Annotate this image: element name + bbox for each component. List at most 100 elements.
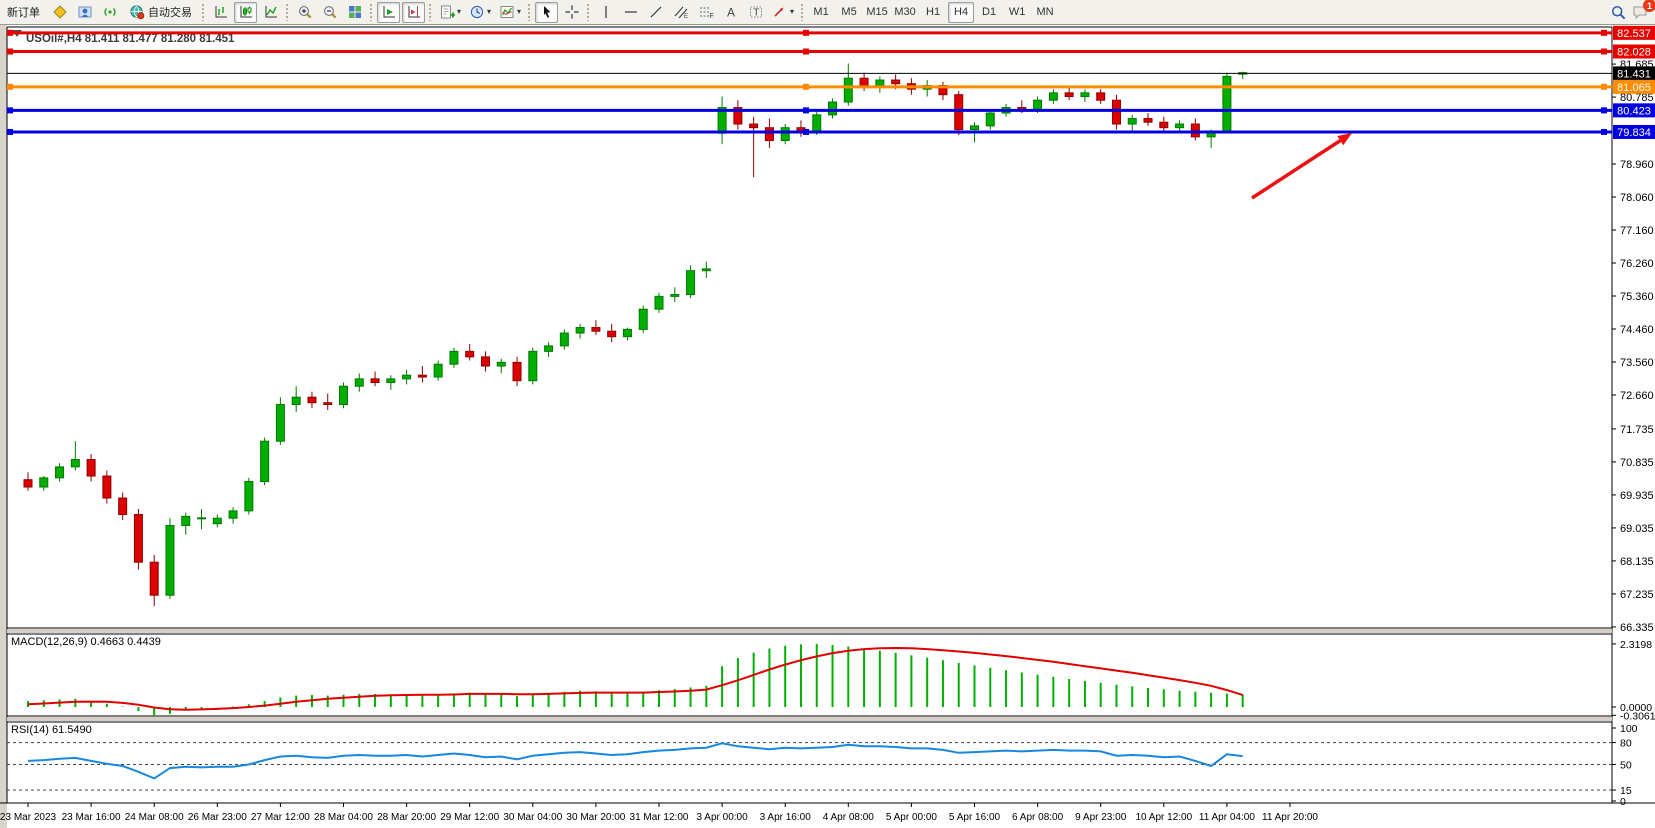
time-axis: 23 Mar 202323 Mar 16:0024 Mar 08:0026 Ma… (0, 803, 1318, 823)
tf-button-M5[interactable]: M5 (836, 2, 862, 23)
candle-body (134, 515, 142, 563)
svg-text:E: E (684, 14, 688, 20)
search-icon[interactable] (1607, 2, 1630, 23)
time-tick-label: 9 Apr 23:00 (1075, 812, 1127, 823)
channel-tool-icon[interactable]: E (669, 2, 692, 23)
rsi-scale-label: 100 (1620, 723, 1638, 735)
svg-text:A: A (727, 6, 735, 20)
price-axis: 81.68580.78578.96078.06077.16076.26075.3… (1612, 26, 1655, 634)
price-tick-label: 67.235 (1620, 589, 1654, 601)
zoom-out-icon[interactable] (318, 2, 341, 23)
candle-body (608, 331, 616, 337)
bar-chart-icon[interactable] (209, 2, 232, 23)
time-tick-label: 11 Apr 04:00 (1199, 812, 1255, 823)
candle-body (687, 271, 695, 295)
profile-icon[interactable] (73, 2, 96, 23)
chevron-down-icon: ▾ (790, 8, 794, 16)
svg-text:F: F (709, 13, 713, 20)
time-tick-label: 11 Apr 20:00 (1262, 812, 1318, 823)
chart-shift-icon[interactable] (402, 2, 425, 23)
price-tick-label: 69.035 (1620, 523, 1654, 535)
tf-button-MN[interactable]: MN (1032, 2, 1058, 23)
candle-body (955, 95, 963, 130)
chevron-down-icon: ▾ (457, 8, 461, 16)
candle-body (765, 128, 773, 141)
svg-text:T: T (753, 8, 759, 19)
time-tick-label: 24 Mar 08:00 (125, 812, 184, 823)
candle-body (119, 498, 127, 515)
candle-body (1049, 93, 1057, 100)
candle-body (1176, 124, 1184, 128)
chat-button[interactable]: 1 (1631, 3, 1649, 21)
tf-button-H1[interactable]: H1 (920, 2, 946, 23)
price-tick-label: 73.560 (1620, 357, 1654, 369)
candle-body (198, 518, 206, 519)
candle-body (1223, 76, 1231, 131)
line-handle (1601, 129, 1607, 135)
auto-scroll-icon[interactable] (377, 2, 400, 23)
tf-button-W1[interactable]: W1 (1004, 2, 1030, 23)
candlestick-chart-icon[interactable] (234, 2, 257, 23)
journal-icon[interactable] (48, 2, 71, 23)
time-tick-label: 5 Apr 00:00 (886, 812, 938, 823)
text-label-tool-icon[interactable]: T (744, 2, 767, 23)
cursor-icon[interactable] (535, 2, 558, 23)
price-tick-label: 74.460 (1620, 324, 1654, 336)
rsi-scale-label: 0 (1620, 796, 1626, 808)
time-tick-label: 30 Mar 04:00 (503, 812, 562, 823)
price-badge-label: 80.423 (1617, 105, 1651, 117)
candle-body (481, 357, 489, 366)
fibonacci-tool-icon[interactable]: F (694, 2, 717, 23)
notification-badge: 1 (1643, 0, 1655, 12)
candle-body (245, 482, 253, 511)
candle-body (292, 397, 300, 404)
candle-body (71, 460, 79, 467)
autotrade-label: 自动交易 (148, 4, 192, 20)
toolbar-group-scroll (376, 0, 426, 25)
price-badge-label: 82.028 (1617, 47, 1651, 59)
tile-windows-icon[interactable] (343, 2, 366, 23)
candle-body (560, 333, 568, 346)
periods-clock-icon[interactable]: ▾ (466, 2, 494, 23)
trendline-tool-icon[interactable] (644, 2, 667, 23)
macd-label: MACD(12,26,9) 0.4663 0.4439 (11, 636, 161, 648)
line-handle (7, 129, 13, 135)
tf-button-M15[interactable]: M15 (864, 2, 890, 23)
new-order-button[interactable]: 新订单 (1, 2, 46, 23)
candle-body (40, 478, 48, 487)
zoom-in-icon[interactable] (293, 2, 316, 23)
price-tick-label: 70.835 (1620, 457, 1654, 469)
tf-button-D1[interactable]: D1 (976, 2, 1002, 23)
time-tick-label: 5 Apr 16:00 (949, 812, 1001, 823)
chart-canvas[interactable]: USOil#,H4 81.411 81.477 81.280 81.4512.3… (0, 0, 1655, 828)
candle-body (1112, 100, 1120, 124)
toolbar-group-cursor (534, 0, 584, 25)
crosshair-icon[interactable] (560, 2, 583, 23)
price-tick-label: 71.735 (1620, 424, 1654, 436)
time-tick-label: 28 Mar 04:00 (314, 812, 373, 823)
tf-button-H4[interactable]: H4 (948, 2, 974, 23)
line-handle (7, 49, 13, 55)
add-indicator-icon[interactable]: ▾ (436, 2, 464, 23)
autotrade-button[interactable]: 自动交易 (123, 2, 198, 23)
price-tick-label: 75.360 (1620, 291, 1654, 303)
line-chart-icon[interactable] (259, 2, 282, 23)
horizontal-line-tool-icon[interactable] (619, 2, 642, 23)
toolbar-grip (428, 3, 433, 21)
template-icon[interactable]: ▾ (496, 2, 524, 23)
arrows-tool-icon[interactable]: ▾ (769, 2, 797, 23)
window-left-edge (0, 25, 7, 828)
candle-body (639, 309, 647, 329)
candle-body (1034, 100, 1042, 109)
tf-button-M1[interactable]: M1 (808, 2, 834, 23)
line-handle (803, 107, 809, 113)
candle-body (497, 362, 505, 366)
candle-body (355, 379, 363, 386)
text-tool-icon[interactable]: A (719, 2, 742, 23)
price-tick-label: 80.785 (1620, 92, 1654, 104)
tf-button-M30[interactable]: M30 (892, 2, 918, 23)
signal-icon[interactable] (98, 2, 121, 23)
price-badge-label: 82.537 (1617, 28, 1651, 40)
candle-body (1065, 93, 1073, 97)
vertical-line-tool-icon[interactable] (594, 2, 617, 23)
